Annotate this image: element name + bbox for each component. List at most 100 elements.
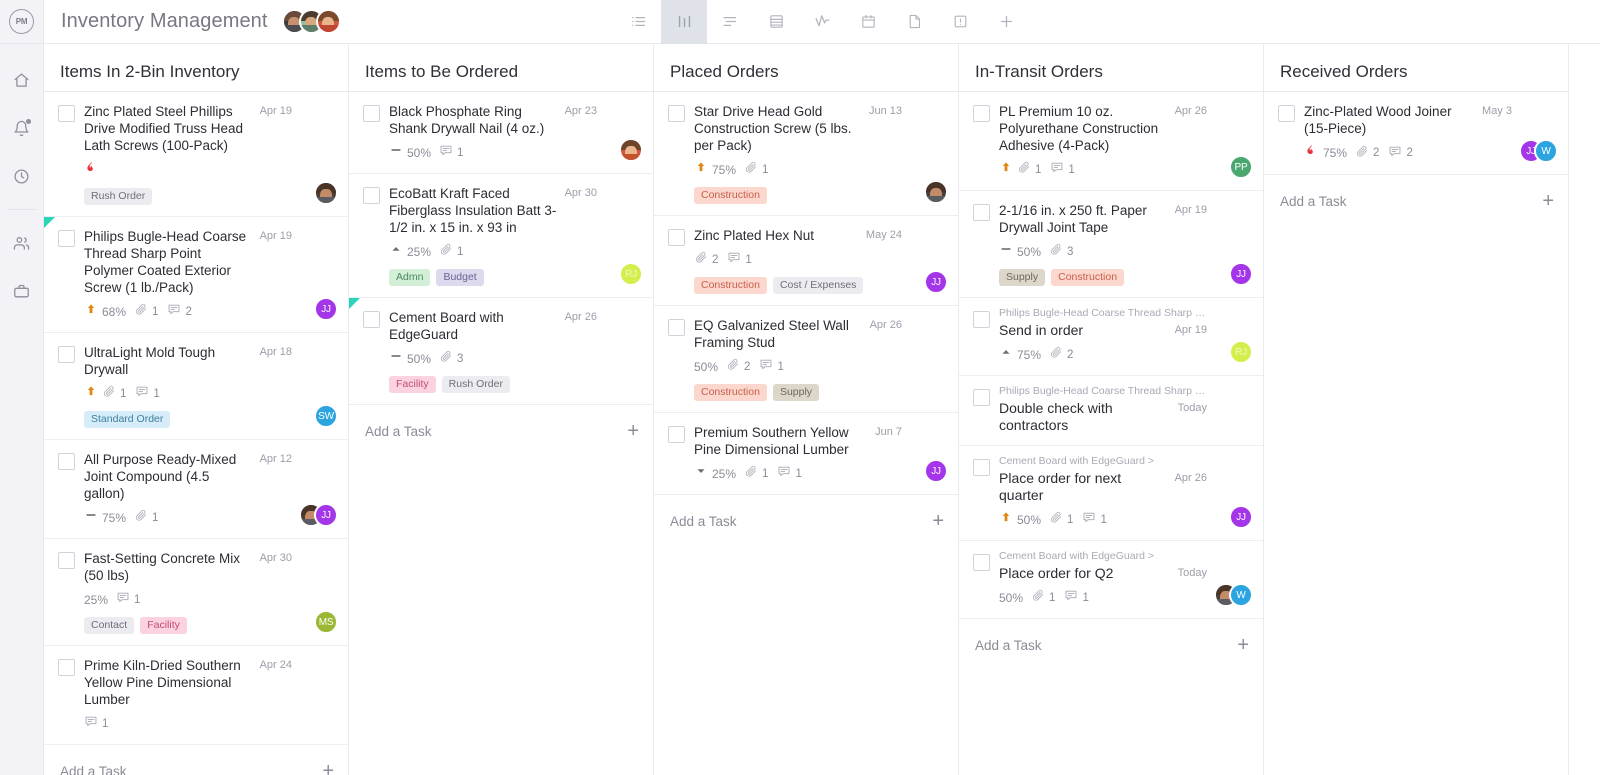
task-card[interactable]: Philips Bugle-Head Coarse Thread Sharp P…	[959, 376, 1263, 446]
column-header[interactable]: Items to Be Ordered	[349, 52, 653, 92]
task-card[interactable]: Cement Board with EdgeGuardApr 2650%3Fac…	[349, 298, 653, 405]
avatar[interactable]: JJ	[1229, 262, 1253, 286]
task-checkbox[interactable]	[668, 105, 685, 122]
parent-task-breadcrumb[interactable]: Philips Bugle-Head Coarse Thread Sharp P…	[999, 385, 1207, 397]
avatar[interactable]: JJ	[924, 270, 948, 294]
tab-chart-view[interactable]	[799, 0, 845, 44]
app-logo[interactable]: PM	[0, 0, 44, 44]
tab-gantt-view[interactable]	[707, 0, 753, 44]
task-checkbox[interactable]	[973, 204, 990, 221]
task-due-date[interactable]: Apr 26	[565, 311, 597, 323]
avatar-group[interactable]: JJ	[1229, 505, 1253, 529]
sidebar-item-notifications[interactable]	[0, 104, 44, 152]
task-checkbox[interactable]	[668, 319, 685, 336]
tab-document-view[interactable]	[891, 0, 937, 44]
task-due-date[interactable]: Apr 24	[260, 659, 292, 671]
task-card[interactable]: 2-1/16 in. x 250 ft. Paper Drywall Joint…	[959, 191, 1263, 298]
parent-task-breadcrumb[interactable]: Cement Board with EdgeGuard >	[999, 455, 1207, 467]
avatar-group[interactable]: JJ	[924, 459, 948, 483]
avatar-group[interactable]	[314, 181, 338, 205]
add-task-row[interactable]: Add a Task+	[959, 619, 1263, 655]
task-due-date[interactable]: Today	[1178, 402, 1207, 414]
tab-calendar-view[interactable]	[845, 0, 891, 44]
avatar-group[interactable]: RJ	[1229, 340, 1253, 364]
task-card[interactable]: Star Drive Head Gold Construction Screw …	[654, 92, 958, 216]
task-card[interactable]: Cement Board with EdgeGuard >Place order…	[959, 446, 1263, 541]
avatar[interactable]: RJ	[1229, 340, 1253, 364]
task-card[interactable]: PL Premium 10 oz. Polyurethane Construct…	[959, 92, 1263, 191]
task-checkbox[interactable]	[973, 311, 990, 328]
task-tag[interactable]: Construction	[694, 384, 767, 401]
add-task-row[interactable]: Add a Task+	[654, 495, 958, 531]
task-checkbox[interactable]	[58, 105, 75, 122]
task-due-date[interactable]: Apr 19	[260, 230, 292, 242]
task-due-date[interactable]: May 3	[1482, 105, 1512, 117]
avatar-group[interactable]: MS	[314, 610, 338, 634]
task-checkbox[interactable]	[58, 552, 75, 569]
avatar-group[interactable]: PP	[1229, 155, 1253, 179]
avatar-group[interactable]: RJ	[619, 262, 643, 286]
task-card[interactable]: All Purpose Ready-Mixed Joint Compound (…	[44, 440, 348, 539]
task-card[interactable]: Zinc Plated Steel Phillips Drive Modifie…	[44, 92, 348, 217]
task-tag[interactable]: Admn	[389, 269, 430, 286]
add-task-plus-icon[interactable]: +	[932, 511, 944, 531]
avatar[interactable]: PP	[1229, 155, 1253, 179]
tab-table-view[interactable]	[753, 0, 799, 44]
task-tag[interactable]: Supply	[999, 269, 1045, 286]
task-checkbox[interactable]	[363, 311, 380, 328]
task-tag[interactable]: Construction	[694, 187, 767, 204]
avatar-group[interactable]: JJ	[1229, 262, 1253, 286]
avatar[interactable]: JJ	[1229, 505, 1253, 529]
task-tag[interactable]: Facility	[389, 376, 436, 393]
avatar-group[interactable]	[619, 138, 643, 162]
task-due-date[interactable]: Jun 13	[869, 105, 902, 117]
avatar-group[interactable]: W	[1214, 583, 1253, 607]
task-tag[interactable]: Facility	[140, 617, 187, 634]
task-due-date[interactable]: Apr 23	[565, 105, 597, 117]
task-due-date[interactable]: Apr 26	[1175, 472, 1207, 484]
avatar-group[interactable]: JJ	[299, 503, 338, 527]
task-tag[interactable]: Rush Order	[84, 188, 152, 205]
task-due-date[interactable]: Apr 30	[565, 187, 597, 199]
avatar[interactable]: RJ	[619, 262, 643, 286]
task-card[interactable]: Zinc Plated Hex NutMay 2421ConstructionC…	[654, 216, 958, 306]
parent-task-breadcrumb[interactable]: Philips Bugle-Head Coarse Thread Sharp P…	[999, 307, 1207, 319]
add-task-plus-icon[interactable]: +	[322, 761, 334, 775]
sidebar-item-people[interactable]	[0, 219, 44, 267]
task-checkbox[interactable]	[58, 453, 75, 470]
task-checkbox[interactable]	[58, 230, 75, 247]
avatar[interactable]: JJ	[314, 297, 338, 321]
sidebar-item-time[interactable]	[0, 152, 44, 200]
add-task-row[interactable]: Add a Task+	[44, 745, 348, 775]
avatar-group[interactable]: JJ	[924, 270, 948, 294]
task-card[interactable]: EcoBatt Kraft Faced Fiberglass Insulatio…	[349, 174, 653, 298]
task-checkbox[interactable]	[1278, 105, 1295, 122]
column-header[interactable]: In-Transit Orders	[959, 52, 1263, 92]
task-card[interactable]: Zinc-Plated Wood Joiner (15-Piece)May 37…	[1264, 92, 1568, 175]
task-card[interactable]: Philips Bugle-Head Coarse Thread Sharp P…	[44, 217, 348, 333]
sidebar-item-home[interactable]	[0, 56, 44, 104]
task-checkbox[interactable]	[668, 229, 685, 246]
task-checkbox[interactable]	[363, 105, 380, 122]
sidebar-item-workspaces[interactable]	[0, 267, 44, 315]
task-checkbox[interactable]	[973, 554, 990, 571]
task-tag[interactable]: Construction	[1051, 269, 1124, 286]
avatar-group[interactable]	[924, 180, 948, 204]
task-card[interactable]: Black Phosphate Ring Shank Drywall Nail …	[349, 92, 653, 174]
task-tag[interactable]: Budget	[436, 269, 483, 286]
task-checkbox[interactable]	[668, 426, 685, 443]
avatar[interactable]	[314, 181, 338, 205]
task-tag[interactable]: Supply	[773, 384, 819, 401]
column-header[interactable]: Placed Orders	[654, 52, 958, 92]
avatar-group[interactable]: SW	[314, 404, 338, 428]
task-card[interactable]: Prime Kiln-Dried Southern Yellow Pine Di…	[44, 646, 348, 745]
tab-issues-view[interactable]	[937, 0, 983, 44]
task-due-date[interactable]: Apr 19	[1175, 204, 1207, 216]
parent-task-breadcrumb[interactable]: Cement Board with EdgeGuard >	[999, 550, 1207, 562]
task-due-date[interactable]: Apr 19	[1175, 324, 1207, 336]
column-header[interactable]: Items In 2-Bin Inventory	[44, 52, 348, 92]
avatar[interactable]: JJ	[314, 503, 338, 527]
task-due-date[interactable]: Jun 7	[875, 426, 902, 438]
add-task-row[interactable]: Add a Task+	[1264, 175, 1568, 211]
avatar[interactable]: MS	[314, 610, 338, 634]
